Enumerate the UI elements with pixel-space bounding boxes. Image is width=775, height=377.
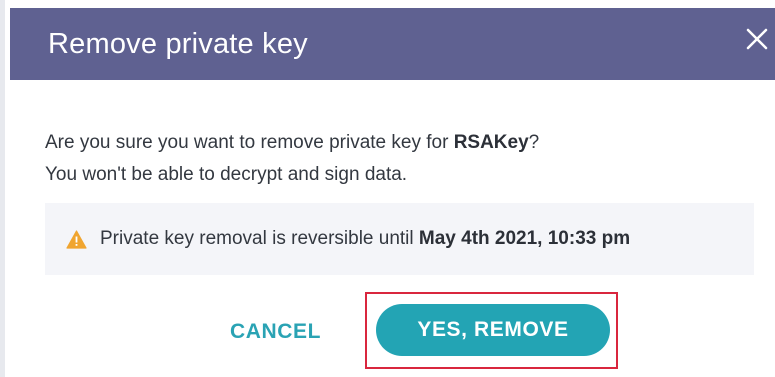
message-punctuation: ?	[528, 132, 540, 153]
yes-remove-button[interactable]: YES, REMOVE	[376, 304, 610, 356]
key-name: RSAKey	[453, 132, 529, 153]
notice-message: Private key removal is reversible until	[100, 228, 419, 249]
message-line-1: Are you sure you want to remove private …	[45, 127, 539, 159]
reversible-notice: Private key removal is reversible until …	[45, 203, 754, 275]
message-line-2: You won't be able to decrypt and sign da…	[45, 164, 408, 185]
cancel-button[interactable]: CANCEL	[213, 312, 338, 352]
dialog-message: Are you sure you want to remove private …	[45, 127, 539, 191]
message-text: Are you sure you want to remove private …	[45, 132, 454, 153]
close-icon[interactable]	[744, 26, 770, 52]
warning-icon	[66, 230, 87, 249]
notice-text: Private key removal is reversible until …	[100, 228, 630, 250]
notice-date: May 4th 2021, 10:33 pm	[418, 228, 631, 249]
dialog-header: Remove private key	[10, 8, 775, 80]
dialog-title: Remove private key	[48, 28, 308, 60]
remove-key-dialog: Remove private key Are you sure you want…	[0, 0, 775, 377]
